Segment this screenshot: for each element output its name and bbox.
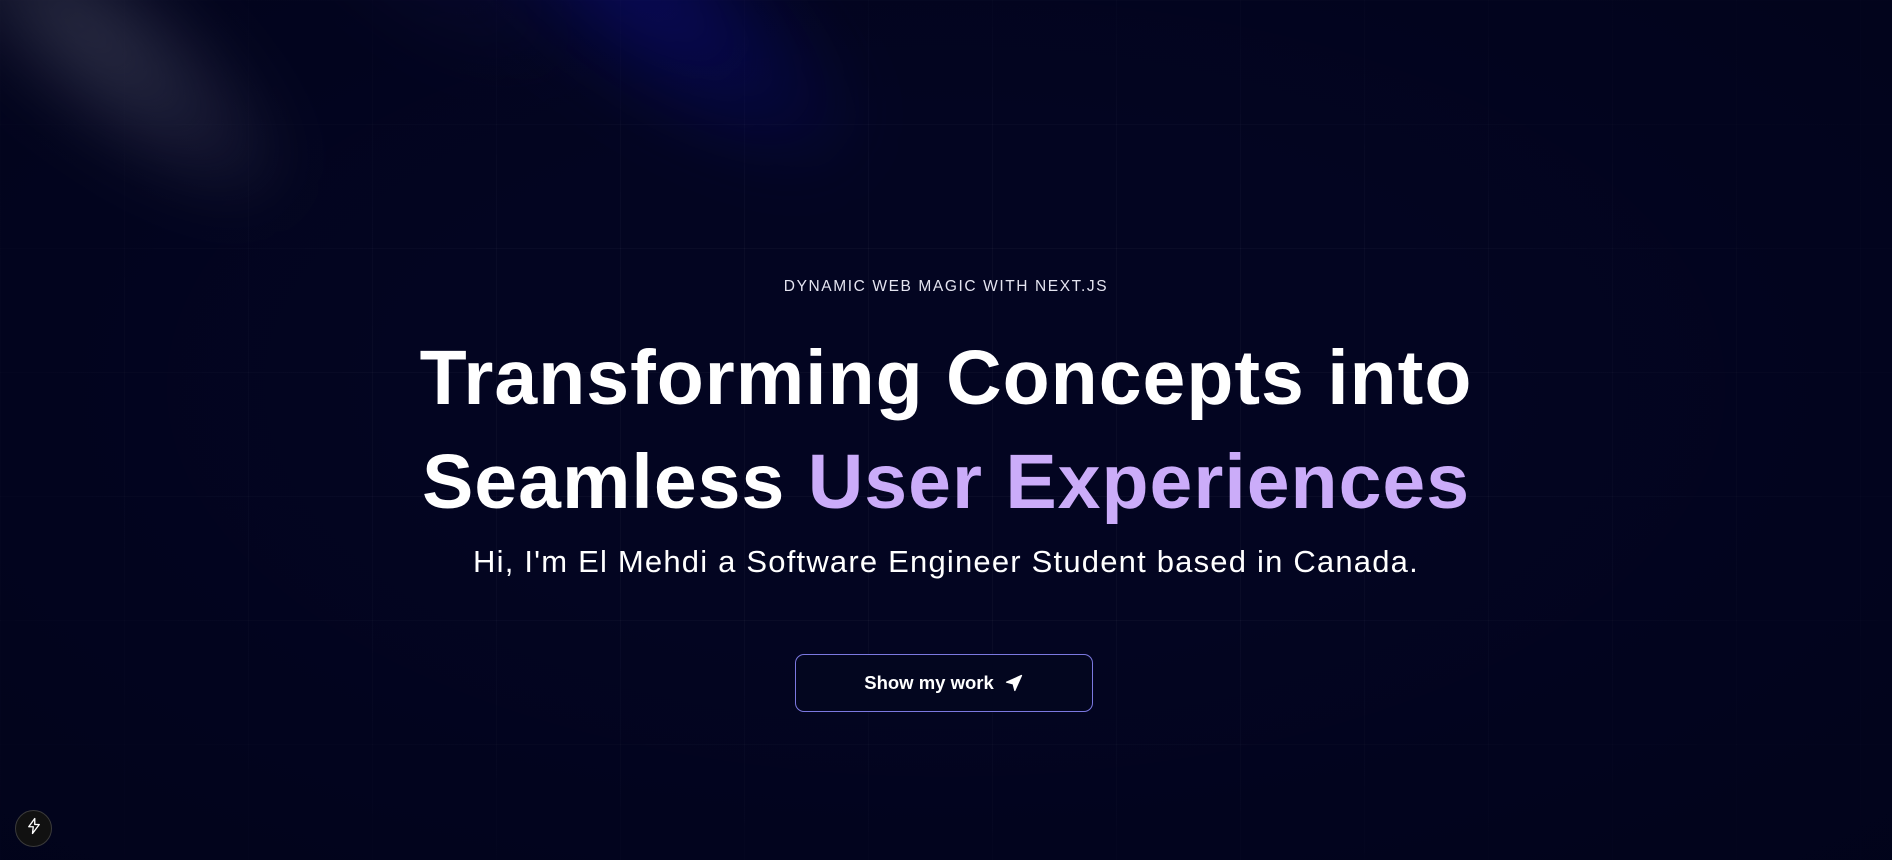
hero-section: Dynamic Web Magic with Next.js Transform… <box>0 0 1892 860</box>
dev-indicator-button[interactable] <box>15 810 52 847</box>
headline-line-2-plain: Seamless <box>421 439 786 525</box>
paper-plane-icon <box>1004 673 1024 693</box>
lightning-bolt-icon <box>25 817 43 840</box>
headline-line-2-accent: User Experiences <box>807 439 1471 525</box>
hero-subtitle: Hi, I'm El Mehdi a Software Engineer Stu… <box>473 544 1419 579</box>
hero-headline: Transforming Concepts into Seamless User… <box>0 326 1892 534</box>
hero-eyebrow: Dynamic Web Magic with Next.js <box>783 278 1109 295</box>
hero-page: Dynamic Web Magic with Next.js Transform… <box>0 0 1892 860</box>
show-my-work-button[interactable]: Show my work <box>795 654 1093 712</box>
show-my-work-label: Show my work <box>864 672 994 693</box>
headline-line-1: Transforming Concepts into <box>419 335 1473 421</box>
